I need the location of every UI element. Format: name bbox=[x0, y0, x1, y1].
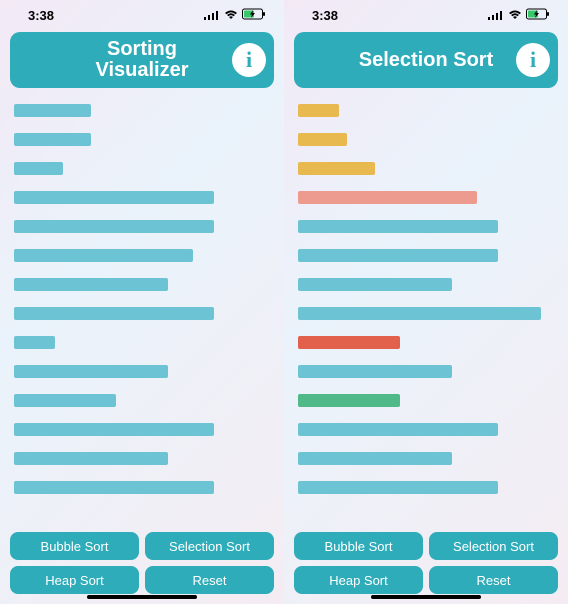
status-icons bbox=[204, 8, 266, 23]
info-icon: i bbox=[530, 47, 536, 73]
bars-container bbox=[0, 94, 284, 526]
controls: Bubble Sort Selection Sort Heap Sort Res… bbox=[284, 526, 568, 604]
sort-bar bbox=[298, 191, 477, 204]
sort-bar bbox=[14, 481, 214, 494]
home-indicator bbox=[371, 595, 481, 599]
sort-bar bbox=[14, 365, 168, 378]
sort-bar bbox=[14, 423, 214, 436]
sort-bar bbox=[14, 278, 168, 291]
home-indicator bbox=[87, 595, 197, 599]
status-time: 3:38 bbox=[312, 8, 338, 23]
sort-bar bbox=[14, 336, 55, 349]
status-bar: 3:38 bbox=[284, 0, 568, 30]
wifi-icon bbox=[508, 8, 522, 23]
heap-sort-button[interactable]: Heap Sort bbox=[10, 566, 139, 594]
selection-sort-button[interactable]: Selection Sort bbox=[429, 532, 558, 560]
app-header: Selection Sort i bbox=[294, 32, 558, 88]
bubble-sort-button[interactable]: Bubble Sort bbox=[10, 532, 139, 560]
info-icon: i bbox=[246, 47, 252, 73]
wifi-icon bbox=[224, 8, 238, 23]
status-bar: 3:38 bbox=[0, 0, 284, 30]
phone-left: 3:38 Sorting Visualizer i bbox=[0, 0, 284, 604]
sort-bar bbox=[298, 104, 339, 117]
sort-bar bbox=[14, 394, 116, 407]
sort-bar bbox=[298, 133, 347, 146]
reset-button[interactable]: Reset bbox=[429, 566, 558, 594]
sort-bar bbox=[298, 423, 498, 436]
sort-bar bbox=[298, 307, 541, 320]
sort-bar bbox=[14, 104, 91, 117]
app-header: Sorting Visualizer i bbox=[10, 32, 274, 88]
sort-bar bbox=[298, 162, 375, 175]
selection-sort-button[interactable]: Selection Sort bbox=[145, 532, 274, 560]
sort-bar bbox=[298, 220, 498, 233]
signal-icon bbox=[204, 8, 220, 23]
header-title: Sorting Visualizer bbox=[95, 39, 188, 81]
bubble-sort-button[interactable]: Bubble Sort bbox=[294, 532, 423, 560]
header-title: Selection Sort bbox=[359, 50, 493, 71]
status-icons bbox=[488, 8, 550, 23]
sort-bar bbox=[298, 336, 400, 349]
reset-button[interactable]: Reset bbox=[145, 566, 274, 594]
sort-bar bbox=[298, 278, 452, 291]
status-time: 3:38 bbox=[28, 8, 54, 23]
sort-bar bbox=[298, 249, 498, 262]
sort-bar bbox=[14, 191, 214, 204]
sort-bar bbox=[14, 220, 214, 233]
info-button[interactable]: i bbox=[516, 43, 550, 77]
sort-bar bbox=[298, 452, 452, 465]
sort-bar bbox=[298, 365, 452, 378]
sort-bar bbox=[14, 249, 193, 262]
sort-bar bbox=[298, 481, 498, 494]
battery-icon bbox=[526, 8, 550, 23]
signal-icon bbox=[488, 8, 504, 23]
phone-right: 3:38 Selection Sort i bbox=[284, 0, 568, 604]
sort-bar bbox=[14, 452, 168, 465]
sort-bar bbox=[14, 307, 214, 320]
bars-container bbox=[284, 94, 568, 526]
controls: Bubble Sort Selection Sort Heap Sort Res… bbox=[0, 526, 284, 604]
heap-sort-button[interactable]: Heap Sort bbox=[294, 566, 423, 594]
sort-bar bbox=[14, 162, 63, 175]
battery-icon bbox=[242, 8, 266, 23]
info-button[interactable]: i bbox=[232, 43, 266, 77]
sort-bar bbox=[14, 133, 91, 146]
sort-bar bbox=[298, 394, 400, 407]
